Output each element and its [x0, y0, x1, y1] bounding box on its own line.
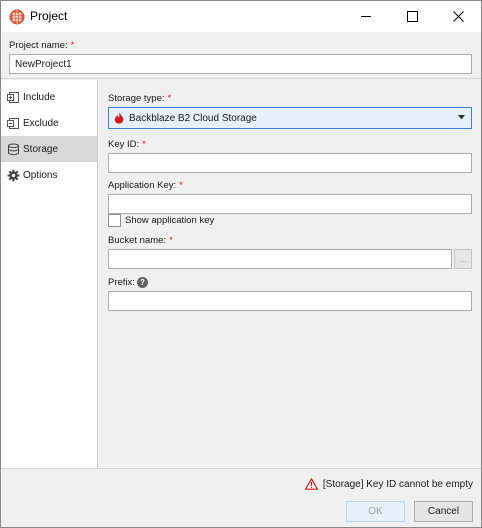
dialog-footer: [Storage] Key ID cannot be empty OK Canc…	[1, 468, 481, 527]
sidebar-item-label: Options	[23, 169, 58, 181]
help-icon[interactable]: ?	[137, 277, 148, 288]
project-name-input[interactable]	[9, 54, 472, 74]
project-name-label: Project name: *	[9, 40, 75, 51]
database-icon	[6, 142, 20, 156]
browse-bucket-button[interactable]: ...	[454, 249, 472, 269]
include-icon	[6, 90, 20, 104]
title-bar[interactable]: Project	[1, 1, 481, 32]
application-key-label: Application Key: *	[108, 180, 183, 191]
minimize-button[interactable]	[343, 1, 389, 32]
exclude-icon	[6, 116, 20, 130]
sidebar-item-exclude[interactable]: Exclude	[1, 110, 97, 136]
sidebar-item-label: Include	[23, 91, 56, 103]
prefix-label: Prefix:	[108, 277, 135, 288]
sidebar-item-label: Exclude	[23, 117, 59, 129]
key-id-label: Key ID: *	[108, 139, 146, 150]
prefix-input[interactable]	[108, 291, 472, 311]
project-name-section: Project name: *	[1, 32, 481, 79]
window-title: Project	[30, 9, 68, 23]
storage-type-value: Backblaze B2 Cloud Storage	[129, 112, 257, 124]
storage-type-label: Storage type: *	[108, 93, 172, 104]
required-mark: *	[70, 40, 75, 51]
bucket-name-label: Bucket name: *	[108, 235, 173, 246]
required-mark: *	[179, 180, 183, 191]
sidebar-item-options[interactable]: Options	[1, 162, 97, 188]
sidebar: Include Exclude Storage Options	[1, 80, 98, 468]
close-button[interactable]	[435, 1, 481, 32]
sidebar-item-label: Storage	[23, 143, 59, 155]
cancel-button[interactable]: Cancel	[414, 501, 473, 522]
bucket-name-input[interactable]	[108, 249, 452, 269]
maximize-button[interactable]	[389, 1, 435, 32]
close-icon	[452, 11, 464, 22]
validation-message-text: [Storage] Key ID cannot be empty	[322, 478, 473, 490]
backblaze-flame-icon	[114, 112, 124, 124]
validation-message: [Storage] Key ID cannot be empty	[304, 478, 473, 490]
sidebar-item-storage[interactable]: Storage	[1, 136, 97, 162]
maximize-icon	[406, 11, 418, 22]
minimize-icon	[360, 16, 371, 17]
required-mark: *	[169, 235, 173, 246]
warning-icon	[304, 478, 318, 490]
application-key-input[interactable]	[108, 194, 472, 214]
required-mark: *	[167, 93, 172, 104]
chevron-down-icon	[458, 115, 465, 120]
show-application-key-label[interactable]: Show application key	[125, 215, 214, 226]
project-app-icon	[9, 9, 25, 25]
key-id-input[interactable]	[108, 153, 472, 173]
project-dialog: Project Project name:* Include Exclude	[0, 0, 482, 528]
required-mark: *	[142, 139, 146, 150]
storage-type-select[interactable]: Backblaze B2 Cloud Storage	[108, 107, 472, 129]
gear-icon	[6, 168, 20, 182]
ok-button[interactable]: OK	[346, 501, 405, 522]
show-application-key-checkbox[interactable]	[108, 214, 121, 227]
storage-panel: Storage type: * Backblaze B2 Cloud Storag…	[99, 80, 481, 468]
sidebar-item-include[interactable]: Include	[1, 84, 97, 110]
